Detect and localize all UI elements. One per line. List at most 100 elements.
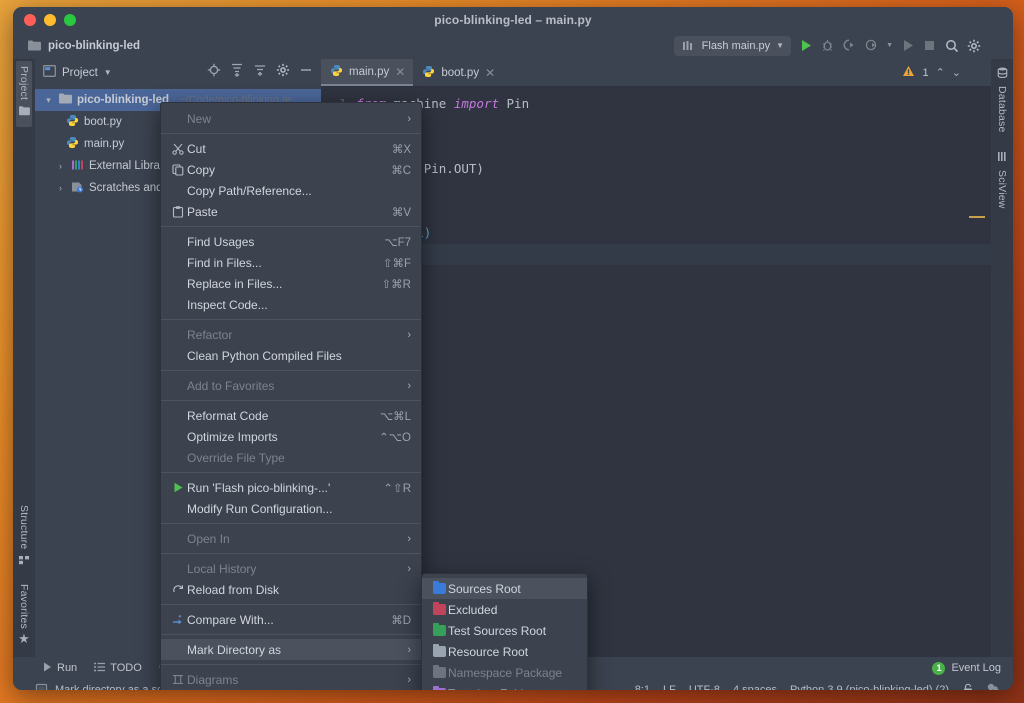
lock-icon[interactable]	[962, 683, 974, 690]
menu-item-diagrams[interactable]: Diagrams ›	[161, 669, 421, 690]
keyword-import: import	[453, 96, 499, 111]
editor-tab-main-py[interactable]: main.py ✕	[321, 59, 414, 86]
menu-item-copy-path[interactable]: Copy Path/Reference...	[161, 180, 421, 201]
profile-icon[interactable]	[864, 38, 879, 53]
indent-setting[interactable]: 4 spaces	[733, 684, 777, 690]
menu-item-reload-from-disk[interactable]: Reload from Disk	[161, 579, 421, 600]
debug-icon[interactable]	[820, 38, 835, 53]
code-content[interactable]: from machine import Pintime n("LED", Pin…	[351, 86, 991, 657]
menu-item-paste[interactable]: Paste ⌘V	[161, 201, 421, 222]
editor-tab-boot-py[interactable]: boot.py ✕	[413, 59, 503, 86]
chevron-down-icon[interactable]: ▼	[886, 42, 893, 49]
menu-item-compare-with[interactable]: Compare With... ⌘D	[161, 609, 421, 630]
menu-item-clean-python-compiled-files[interactable]: Clean Python Compiled Files	[161, 345, 421, 366]
event-log-button[interactable]: 1 Event Log	[932, 661, 1001, 675]
menu-item-find-usages[interactable]: Find Usages ⌥F7	[161, 231, 421, 252]
traffic-lights[interactable]	[13, 13, 76, 26]
maximize-window-button[interactable]	[64, 13, 76, 26]
menu-item-copy[interactable]: Copy ⌘C	[161, 159, 421, 180]
submenu-item-sources-root[interactable]: Sources Root	[422, 578, 587, 599]
chevron-down-icon[interactable]: ▼	[104, 68, 112, 77]
submenu-item-test-sources-root[interactable]: Test Sources Root	[422, 620, 587, 641]
inspections-icon[interactable]	[987, 683, 1001, 690]
close-window-button[interactable]	[24, 13, 36, 26]
close-icon[interactable]: ✕	[395, 65, 405, 79]
sciview-tab-label: SciView	[996, 169, 1008, 209]
submenu-item-template-folder[interactable]: Template Folder	[422, 683, 587, 690]
close-icon[interactable]: ✕	[485, 66, 495, 80]
tool-button-todo[interactable]: TODO	[94, 662, 142, 675]
context-menu[interactable]: New › Cut ⌘X Copy ⌘C Copy Path/Reference.…	[160, 102, 422, 690]
search-everywhere-icon[interactable]	[944, 38, 959, 53]
menu-item-refactor[interactable]: Refactor ›	[161, 324, 421, 345]
menu-item-run-flash[interactable]: Run 'Flash pico-blinking-...' ⌃⇧R	[161, 477, 421, 498]
menu-item-modify-run-configuration[interactable]: Modify Run Configuration...	[161, 498, 421, 519]
menu-item-local-history[interactable]: Local History ›	[161, 558, 421, 579]
python-interpreter[interactable]: Python 3.9 (pico-blinking-led) (2)	[790, 684, 949, 690]
gear-icon[interactable]	[276, 63, 290, 82]
expand-all-icon[interactable]	[230, 63, 244, 82]
prev-problem-icon[interactable]: ⌃	[936, 66, 945, 79]
locate-icon[interactable]	[207, 63, 221, 82]
submenu-item-excluded[interactable]: Excluded	[422, 599, 587, 620]
python-file-icon	[330, 64, 343, 80]
caret-position[interactable]: 8:1	[635, 684, 650, 690]
menu-item-replace-in-files[interactable]: Replace in Files... ⇧⌘R	[161, 273, 421, 294]
project-tab-label: Project	[18, 66, 30, 101]
chevron-right-icon[interactable]: ›	[55, 183, 66, 193]
run-icon[interactable]	[798, 38, 813, 53]
menu-item-find-in-files[interactable]: Find in Files... ⇧⌘F	[161, 252, 421, 273]
line-separator[interactable]: LF	[663, 684, 676, 690]
sidebar-item-favorites[interactable]: Favorites ★	[18, 584, 30, 645]
tool-button-run[interactable]: Run	[43, 662, 77, 675]
minimize-window-button[interactable]	[44, 13, 56, 26]
python-file-icon	[66, 136, 79, 152]
sidebar-item-database[interactable]: Database	[996, 65, 1008, 133]
menu-item-open-in[interactable]: Open In ›	[161, 528, 421, 549]
todo-icon	[94, 662, 106, 675]
jetbrains-icon[interactable]	[988, 38, 1003, 53]
menu-item-mark-directory-as[interactable]: Mark Directory as ›	[161, 639, 421, 660]
inspection-widget[interactable]: 1 ⌃ ⌄	[902, 59, 961, 86]
error-stripe-marker[interactable]	[969, 216, 985, 218]
project-panel-title: Project	[62, 66, 98, 79]
menu-item-reformat-code[interactable]: Reformat Code ⌥⌘L	[161, 405, 421, 426]
run-configuration-selector[interactable]: Flash main.py ▼	[673, 35, 792, 56]
next-problem-icon[interactable]: ⌄	[952, 66, 961, 79]
settings-icon[interactable]	[966, 38, 981, 53]
hide-icon[interactable]	[299, 63, 313, 82]
breadcrumb[interactable]: pico-blinking-led	[48, 40, 140, 52]
chevron-right-icon: ›	[407, 643, 411, 656]
menu-item-add-to-favorites[interactable]: Add to Favorites ›	[161, 375, 421, 396]
run-coverage-icon[interactable]	[842, 38, 857, 53]
sidebar-item-structure[interactable]: Structure	[18, 505, 30, 570]
sidebar-item-sciview[interactable]: SciView	[996, 149, 1008, 209]
reload-icon	[169, 584, 187, 596]
tree-node-label: pico-blinking-led	[77, 94, 169, 106]
copy-icon	[169, 163, 187, 176]
run-gray-icon[interactable]	[900, 38, 915, 53]
submenu-item-namespace-package[interactable]: Namespace Package	[422, 662, 587, 683]
code-line-8-current	[351, 243, 991, 265]
chevron-down-icon: ▼	[776, 41, 785, 50]
class-pin: Pin	[499, 96, 530, 111]
menu-item-new[interactable]: New ›	[161, 108, 421, 129]
libraries-icon	[71, 159, 84, 174]
mark-directory-as-submenu[interactable]: Sources Root Excluded Test Sources Root …	[421, 573, 588, 690]
stop-icon[interactable]	[922, 38, 937, 53]
collapse-all-icon[interactable]	[253, 63, 267, 82]
memory-indicator-icon[interactable]	[35, 683, 48, 690]
chevron-right-icon[interactable]: ›	[55, 161, 66, 171]
menu-item-optimize-imports[interactable]: Optimize Imports ⌃⌥O	[161, 426, 421, 447]
menu-item-inspect-code[interactable]: Inspect Code...	[161, 294, 421, 315]
chevron-down-icon[interactable]: ▾	[43, 95, 54, 106]
submenu-item-resource-root[interactable]: Resource Root	[422, 641, 587, 662]
menu-item-override-file-type[interactable]: Override File Type	[161, 447, 421, 468]
menu-item-cut[interactable]: Cut ⌘X	[161, 138, 421, 159]
warning-icon	[902, 65, 915, 80]
scissors-icon	[169, 143, 187, 155]
file-encoding[interactable]: UTF-8	[689, 684, 720, 690]
sidebar-item-project[interactable]: Project	[16, 61, 32, 128]
star-icon: ★	[18, 631, 30, 646]
